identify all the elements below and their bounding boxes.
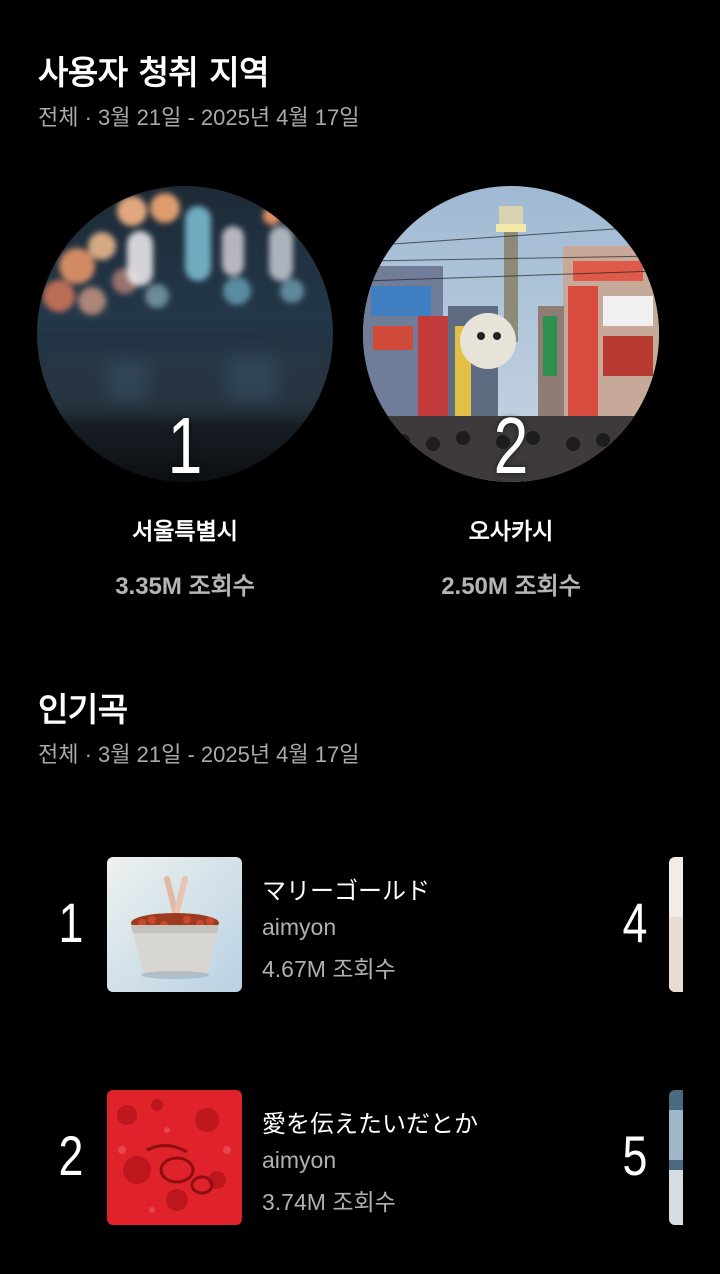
region-name-2: 오사카시 (468, 519, 554, 545)
region-views-1: 3.35M 조회수 (115, 573, 255, 600)
album-art-5-partial[interactable] (669, 1090, 683, 1225)
regions-subtitle: 전체 · 3월 21일 - 2025년 4월 17일 (38, 105, 360, 130)
song-views-1: 4.67M 조회수 (262, 956, 396, 982)
song-views-2: 3.74M 조회수 (262, 1189, 396, 1215)
region-image-2: 2 (363, 186, 659, 482)
regions-title: 사용자 청취 지역 (38, 53, 270, 92)
song-title-2: 愛を伝えたいだとか (262, 1110, 478, 1138)
song-artist-2: aimyon (262, 1147, 337, 1173)
region-name-1: 서울특별시 (132, 519, 238, 545)
album-art-4-image (669, 857, 683, 992)
top-songs-subtitle: 전체 · 3월 21일 - 2025년 4월 17일 (38, 742, 360, 767)
region-card-1[interactable]: 1 서울특별시 3.35M 조회수 (37, 186, 333, 601)
song-rank-1: 1 (58, 891, 84, 954)
top-songs-title: 인기곡 (38, 690, 128, 729)
region-rank-1: 1 (167, 401, 203, 483)
album-art-5-image (669, 1090, 683, 1225)
region-views-2: 2.50M 조회수 (441, 573, 581, 600)
album-art-2 (107, 1090, 242, 1225)
song-rank-4: 4 (622, 891, 648, 954)
song-title-1: マリーゴールド (262, 877, 430, 905)
song-rank-2: 2 (58, 1124, 84, 1187)
album-art-1 (107, 857, 242, 992)
region-card-2[interactable]: 2 오사카시 2.50M 조회수 (363, 186, 659, 601)
song-artist-1: aimyon (262, 914, 337, 940)
song-row-2[interactable]: 2 愛を伝えたいだとか aimyon 3.74M 조회수 5 (0, 1090, 720, 1225)
album-art-4-partial[interactable] (669, 857, 683, 992)
song-rank-5: 5 (622, 1124, 648, 1187)
song-row-1[interactable]: 1 マリーゴールド aimyon 4.67M 조회수 4 (0, 857, 720, 992)
red-textured-artwork (107, 1090, 242, 1225)
region-rank-2: 2 (493, 401, 529, 483)
flowerpot-artwork (107, 857, 242, 992)
region-image-1: 1 (37, 186, 333, 482)
